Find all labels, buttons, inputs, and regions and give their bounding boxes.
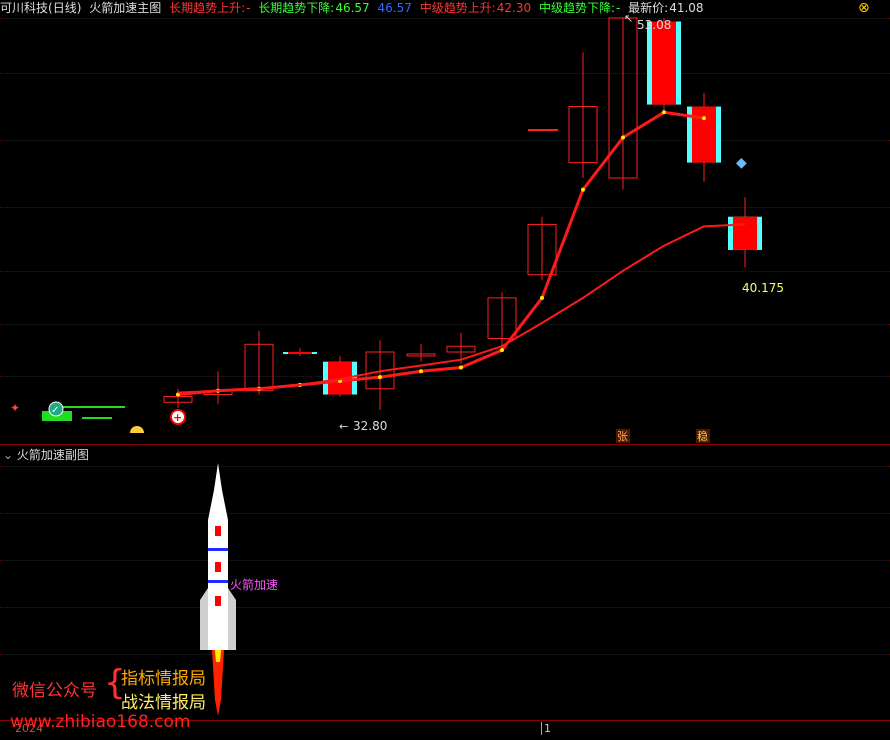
last-low-label: 40.175: [742, 281, 784, 295]
candle-body-down[interactable]: [692, 106, 716, 163]
indicator-bureau-label: 指标情报局: [121, 669, 206, 689]
grid-line: [0, 560, 890, 561]
badge-wen: 稳: [697, 429, 708, 443]
small-flag-icon: ✦: [10, 401, 20, 415]
trend-dot: [702, 116, 706, 121]
fast-trend-line: [177, 110, 705, 396]
grid-line: [0, 654, 890, 655]
trend-dot: [500, 348, 504, 353]
badge-zhang: 张: [617, 430, 628, 443]
check-icon: ✓: [51, 405, 59, 416]
candle-body-down[interactable]: [652, 21, 676, 105]
grid-line: [0, 607, 890, 608]
trend-dot: [581, 187, 585, 192]
sub-chart-title: 火箭加速副图: [16, 448, 89, 462]
trend-dot: [419, 369, 423, 374]
low-price-label: 32.80: [353, 419, 387, 433]
trend-dot: [540, 295, 544, 300]
trend-dot: [621, 135, 625, 140]
trend-dot: [662, 110, 666, 115]
trend-dot: [459, 365, 463, 370]
rocket-label: 火箭加速: [230, 578, 279, 592]
pane-separator: [0, 444, 890, 445]
website-label[interactable]: www.zhibiao168.com: [10, 712, 190, 732]
high-price-label: 53.08: [637, 18, 671, 32]
tactics-bureau-label: 战法情报局: [121, 693, 206, 713]
page-marker: 1: [541, 722, 551, 735]
chevron-down-icon[interactable]: ⌄: [3, 448, 13, 462]
diamond-icon: ◆: [736, 155, 747, 171]
grid-line: [0, 466, 890, 467]
plus-icon: +: [173, 411, 182, 424]
trend-dot: [378, 375, 382, 380]
sub-chart-header[interactable]: ⌄ 火箭加速副图: [3, 446, 89, 463]
high-arrow: ↖: [624, 12, 633, 25]
candle-body-down[interactable]: [288, 352, 312, 355]
wechat-label: 微信公众号: [12, 681, 97, 701]
grid-line: [0, 513, 890, 514]
candle-body-down[interactable]: [733, 216, 757, 250]
sun-icon: [130, 426, 144, 433]
low-arrow: ←: [339, 420, 348, 433]
main-chart[interactable]: ✦ ✓ + ◆ ↖ 53.08 ← 32.80 40.175 张 稳: [0, 0, 890, 444]
